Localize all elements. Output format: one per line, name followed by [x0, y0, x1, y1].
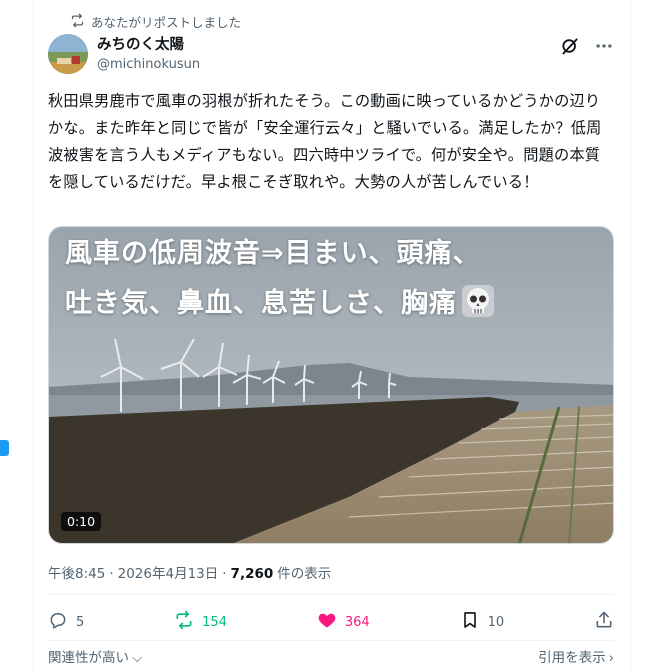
sort-label: 関連性が高い [48, 650, 129, 666]
view-count: 7,260 [230, 566, 274, 582]
grok-icon[interactable] [560, 36, 580, 60]
author-name[interactable]: みちのく太陽 [97, 36, 200, 54]
sort-replies-dropdown[interactable]: 関連性が高い ⌵ [48, 646, 142, 666]
video-caption-line2-text: 吐き気、鼻血、息苦しさ、胸痛 [65, 288, 457, 319]
repost-count: 154 [202, 614, 227, 630]
chevron-down-icon: ⌵ [132, 650, 143, 666]
chevron-right-icon: › [608, 650, 614, 666]
share-icon [594, 610, 614, 634]
more-options-icon[interactable] [594, 36, 614, 60]
divider [48, 594, 614, 595]
view-quotes-link[interactable]: 引用を表示 › [538, 646, 614, 666]
share-button[interactable] [594, 610, 614, 634]
author-info: みちのく太陽 @michinokusun [97, 36, 200, 74]
notification-indicator [0, 440, 9, 456]
skull-icon [461, 284, 495, 318]
meta-separator: · [109, 566, 114, 582]
post-action-bar: 5 154 364 10 [48, 610, 614, 634]
like-count: 364 [344, 614, 370, 630]
bookmark-icon [460, 610, 480, 634]
heart-icon [317, 610, 337, 634]
right-sidebar-edge [630, 0, 650, 672]
author-handle[interactable]: @michinokusun [97, 56, 200, 74]
repost-label: あなたがリポストしました [91, 15, 242, 30]
author-avatar[interactable] [48, 34, 88, 74]
left-sidebar-edge [0, 0, 34, 672]
video-caption-line2: 吐き気、鼻血、息苦しさ、胸痛 [65, 281, 495, 320]
bookmark-count: 10 [487, 614, 505, 630]
reply-icon [48, 610, 68, 634]
video-player[interactable]: 風車の低周波音⇒目まい、頭痛、 吐き気、鼻血、息苦しさ、胸痛 0:10 [48, 226, 614, 544]
retweet-icon [174, 610, 194, 634]
view-count-label: 件の表示 [277, 566, 332, 582]
repost-button[interactable]: 154 [174, 610, 227, 634]
post-time[interactable]: 午後8:45 [48, 562, 105, 582]
meta-separator-2: · [222, 566, 227, 582]
reply-controls: 関連性が高い ⌵ 引用を表示 › [48, 646, 614, 666]
post-date[interactable]: 2026年4月13日 [118, 562, 219, 582]
view-quotes-label: 引用を表示 [538, 650, 606, 666]
like-button[interactable]: 364 [317, 610, 370, 634]
post-top-actions [560, 36, 614, 60]
video-thumbnail [49, 227, 613, 543]
post-text: 秋田県男鹿市で風車の羽根が折れたそう。この動画に映っているかどうかの辺りかな。ま… [48, 92, 602, 191]
reply-button[interactable]: 5 [48, 610, 84, 634]
video-caption-line1: 風車の低周波音⇒目まい、頭痛、 [65, 238, 481, 269]
video-duration: 0:10 [61, 512, 102, 531]
bookmark-button[interactable]: 10 [460, 610, 505, 634]
repost-indicator: あなたがリポストしました [70, 12, 241, 31]
reply-count: 5 [76, 614, 85, 630]
repost-icon [70, 13, 85, 31]
divider [48, 640, 614, 641]
post-metadata: 午後8:45 · 2026年4月13日 · 7,260 件の表示 [48, 562, 331, 582]
